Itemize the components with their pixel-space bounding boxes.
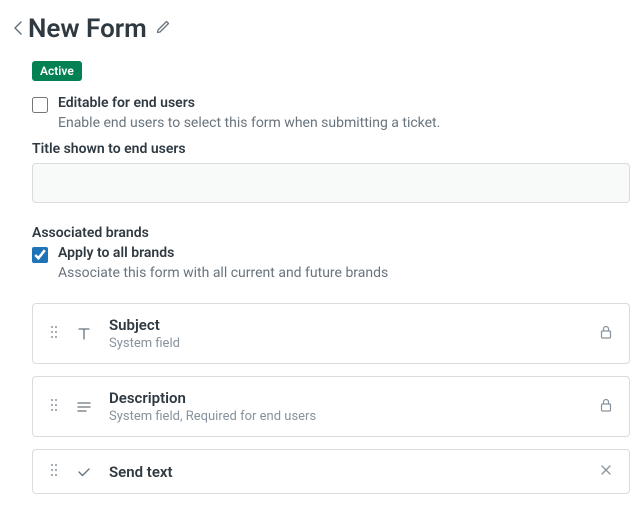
field-card[interactable]: Description System field, Required for e… — [32, 376, 630, 437]
field-card[interactable]: Subject System field — [32, 303, 630, 364]
apply-all-desc: Associate this form with all current and… — [58, 265, 630, 281]
text-type-icon — [75, 326, 93, 342]
lock-icon — [599, 397, 613, 417]
page-title: New Form — [28, 14, 147, 44]
back-chevron-icon[interactable] — [14, 19, 22, 40]
editable-label: Editable for end users — [58, 95, 195, 111]
edit-title-icon[interactable] — [153, 19, 171, 39]
drag-handle-icon[interactable] — [49, 398, 59, 416]
apply-all-row: Apply to all brands — [32, 245, 630, 263]
title-input[interactable] — [32, 163, 630, 203]
editable-desc: Enable end users to select this form whe… — [58, 115, 630, 131]
field-info: Subject System field — [109, 316, 583, 351]
drag-handle-icon[interactable] — [49, 325, 59, 343]
field-title: Description — [109, 389, 583, 407]
field-subtitle: System field, Required for end users — [109, 409, 583, 424]
field-subtitle: System field — [109, 336, 583, 351]
multiline-type-icon — [75, 399, 93, 415]
field-title: Subject — [109, 316, 583, 334]
apply-all-label: Apply to all brands — [58, 245, 174, 261]
apply-all-checkbox[interactable] — [32, 247, 48, 263]
lock-icon — [599, 324, 613, 344]
checkbox-type-icon — [75, 464, 93, 480]
drag-handle-icon[interactable] — [49, 463, 59, 481]
field-card[interactable]: Send text — [32, 449, 630, 494]
brands-heading: Associated brands — [32, 225, 630, 241]
field-info: Description System field, Required for e… — [109, 389, 583, 424]
field-info: Send text — [109, 463, 583, 481]
close-icon[interactable] — [599, 462, 613, 481]
field-title: Send text — [109, 463, 583, 481]
editable-checkbox[interactable] — [32, 97, 48, 113]
header: New Form — [14, 14, 630, 44]
title-field-label: Title shown to end users — [32, 141, 630, 157]
status-badge: Active — [32, 61, 82, 81]
field-list: Subject System field Description System … — [32, 303, 630, 494]
editable-checkbox-row: Editable for end users — [32, 95, 630, 113]
